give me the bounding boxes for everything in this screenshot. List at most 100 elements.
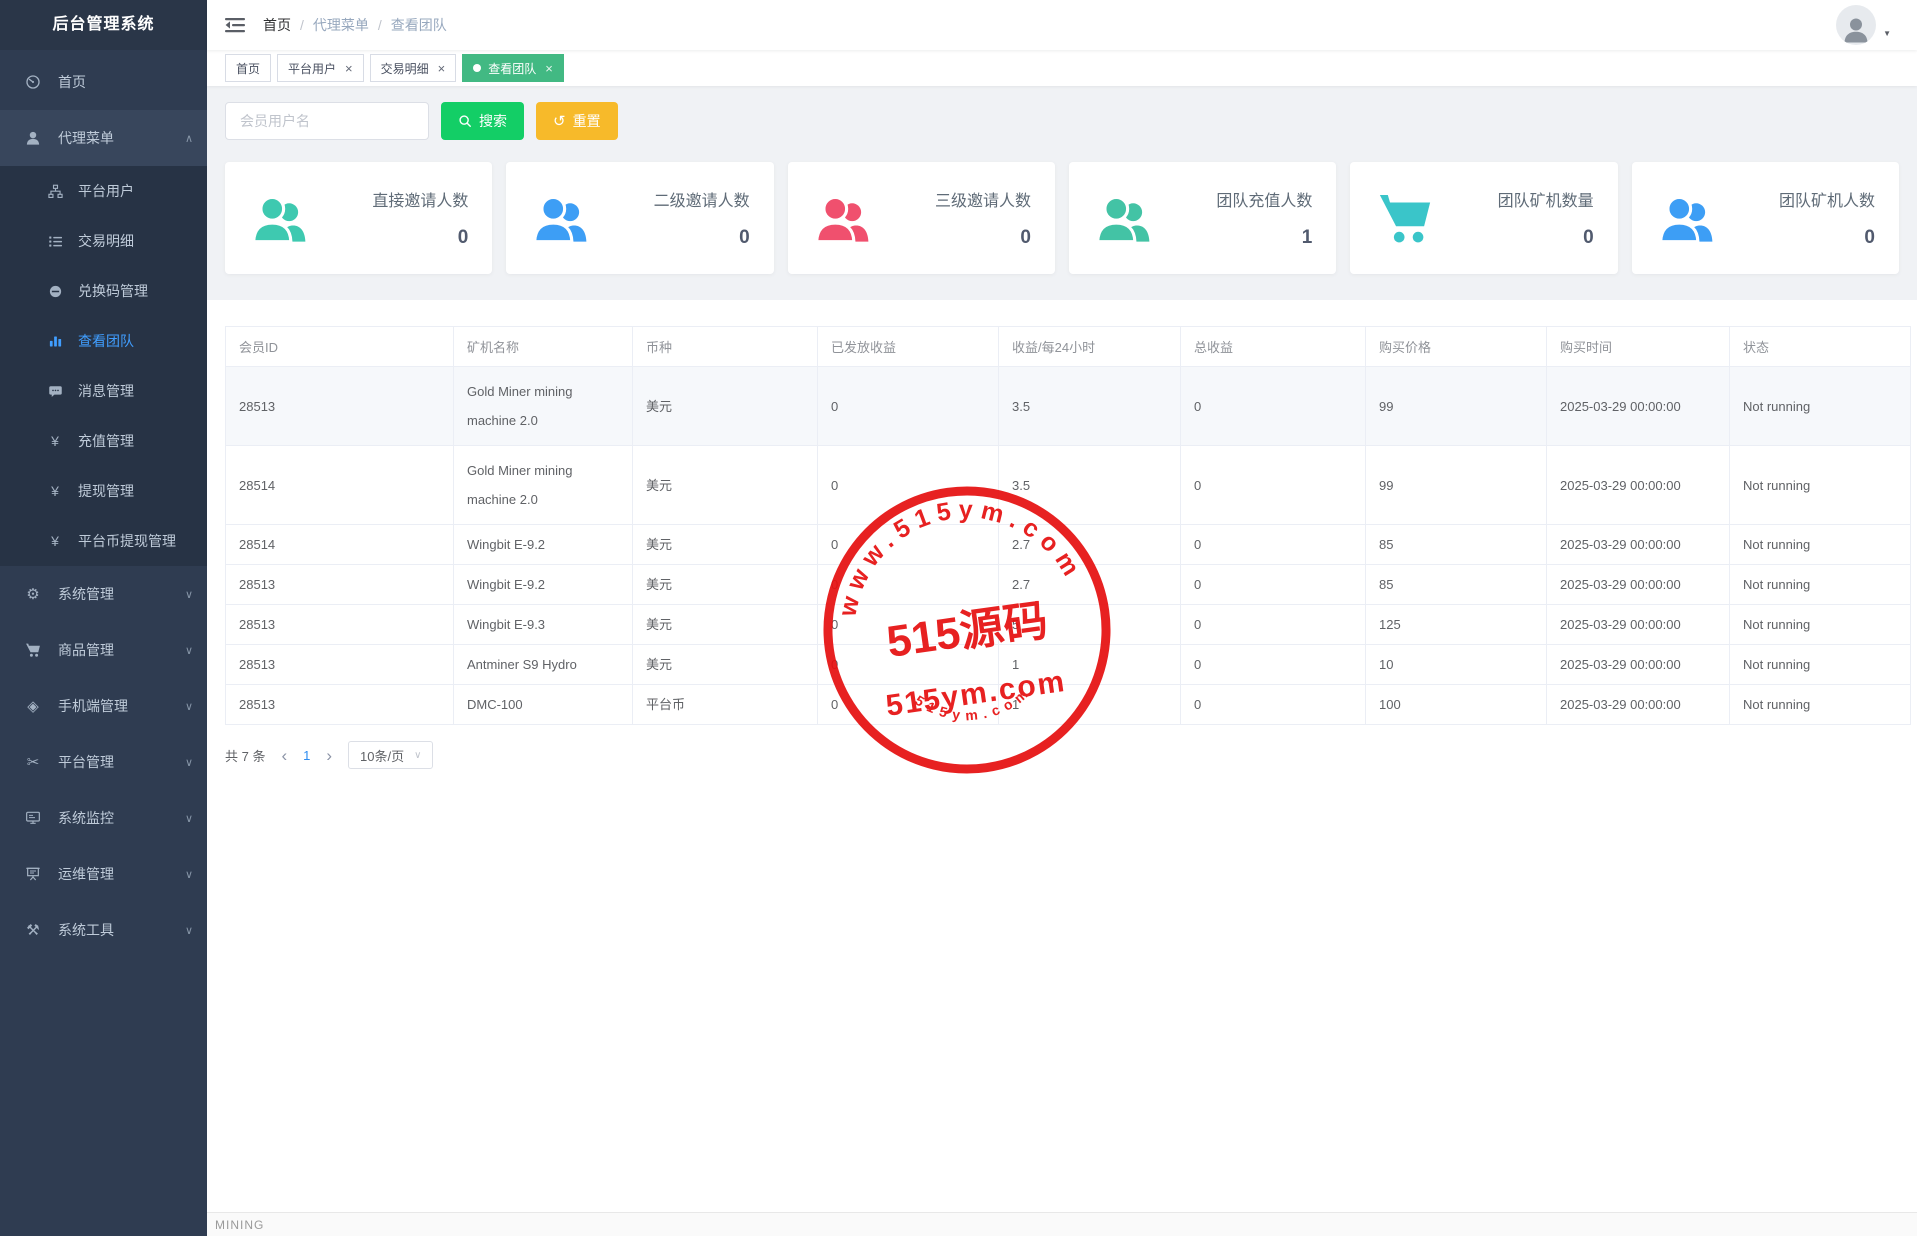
sidebar-item-label: 系统监控 [58, 808, 114, 828]
stat-value: 0 [372, 227, 468, 249]
table-row: 28513 Gold Miner mining machine 2.0 美元 0… [226, 367, 1911, 446]
table-cell: 2025-03-29 00:00:00 [1547, 645, 1730, 685]
reset-button[interactable]: ↺ 重置 [536, 102, 618, 140]
close-icon[interactable]: × [438, 62, 446, 75]
page-size-label: 10条/页 [360, 746, 404, 765]
table-cell: 28514 [226, 525, 454, 565]
page-size-select[interactable]: 10条/页 ∨ [348, 741, 433, 769]
sidebar-item-platform-management[interactable]: ✂ 平台管理 ∨ [0, 734, 207, 790]
chevron-down-icon: ∨ [185, 812, 193, 825]
sidebar-item-withdraw-management[interactable]: ¥ 提现管理 [0, 466, 207, 516]
stat-value: 0 [1779, 227, 1875, 249]
table-cell: 1 [999, 645, 1181, 685]
sidebar-item-platform-users[interactable]: 平台用户 [0, 166, 207, 216]
table-cell: 美元 [633, 367, 818, 446]
table-cell: 0 [1181, 446, 1366, 525]
stat-value: 1 [1216, 227, 1312, 249]
table-cell: 2025-03-29 00:00:00 [1547, 605, 1730, 645]
cube-icon: ◈ [22, 697, 44, 715]
next-page-icon[interactable]: › [326, 747, 332, 764]
header-cell: 会员ID [226, 327, 454, 367]
pagination-total: 共 7 条 [225, 746, 265, 765]
table-cell: 28513 [226, 605, 454, 645]
header-cell: 状态 [1730, 327, 1911, 367]
table-cell: 28513 [226, 565, 454, 605]
close-icon[interactable]: × [545, 62, 553, 75]
chevron-down-icon: ∨ [185, 700, 193, 713]
table-cell: 美元 [633, 605, 818, 645]
table-cell: 美元 [633, 645, 818, 685]
sidebar-toggle-icon[interactable] [225, 17, 245, 33]
prev-page-icon[interactable]: ‹ [281, 747, 287, 764]
sidebar-item-label: 提现管理 [78, 481, 134, 501]
sidebar-item-label: 交易明细 [78, 231, 134, 251]
avatar[interactable] [1836, 5, 1876, 45]
users-icon [532, 190, 590, 246]
table-cell: 125 [1366, 605, 1547, 645]
stat-label: 团队充值人数 [1216, 187, 1312, 211]
footer-text: MINING [215, 1218, 264, 1232]
table-cell: Wingbit E-9.2 [454, 565, 633, 605]
table-cell: 0 [818, 446, 999, 525]
sidebar-item-view-team[interactable]: 查看团队 [0, 316, 207, 366]
sidebar-item-message-management[interactable]: 消息管理 [0, 366, 207, 416]
tab-home[interactable]: 首页 [225, 54, 271, 82]
stat-card-direct-invites: 直接邀请人数 0 [225, 162, 492, 274]
pagination: 共 7 条 ‹ 1 › 10条/页 ∨ [225, 741, 1899, 769]
table-row: 28514 Gold Miner mining machine 2.0 美元 0… [226, 446, 1911, 525]
reset-button-label: 重置 [573, 111, 601, 131]
table-cell: 85 [1366, 525, 1547, 565]
tab-label: 查看团队 [488, 60, 536, 77]
tab-view-team[interactable]: 查看团队 × [462, 54, 564, 82]
close-icon[interactable]: × [345, 62, 353, 75]
sidebar-item-label: 查看团队 [78, 331, 134, 351]
tab-label: 平台用户 [288, 60, 336, 77]
sidebar-item-label: 平台管理 [58, 752, 114, 772]
sidebar-item-system-management[interactable]: ⚙ 系统管理 ∨ [0, 566, 207, 622]
table-cell: 28513 [226, 367, 454, 446]
sidebar-item-label: 运维管理 [58, 864, 114, 884]
table-row: 28513 Antminer S9 Hydro 美元 0 1 0 10 2025… [226, 645, 1911, 685]
header-cell: 已发放收益 [818, 327, 999, 367]
breadcrumb-item[interactable]: 代理菜单 [313, 15, 369, 35]
sidebar-item-system-monitor[interactable]: 系统监控 ∨ [0, 790, 207, 846]
sidebar-item-transaction-details[interactable]: 交易明细 [0, 216, 207, 266]
users-icon [1095, 190, 1153, 246]
table-cell: 0 [1181, 565, 1366, 605]
table-cell: Not running [1730, 645, 1911, 685]
sidebar-item-home[interactable]: 首页 [0, 54, 207, 110]
sidebar-item-label: 系统管理 [58, 584, 114, 604]
users-icon [251, 190, 309, 246]
breadcrumb-item[interactable]: 首页 [263, 15, 291, 35]
page-number[interactable]: 1 [303, 748, 310, 763]
chevron-up-icon: ∧ [185, 132, 193, 145]
table-cell: 2025-03-29 00:00:00 [1547, 367, 1730, 446]
sidebar-item-recharge-management[interactable]: ¥ 充值管理 [0, 416, 207, 466]
chevron-down-icon: ∨ [185, 868, 193, 881]
table-cell: 0 [818, 685, 999, 725]
member-username-input[interactable] [225, 102, 429, 140]
stat-label: 团队矿机人数 [1779, 187, 1875, 211]
tab-platform-users[interactable]: 平台用户 × [277, 54, 364, 82]
header-cell: 矿机名称 [454, 327, 633, 367]
app-title: 后台管理系统 [0, 0, 207, 50]
sidebar-item-redeem-code-management[interactable]: 兑换码管理 [0, 266, 207, 316]
sidebar-item-goods-management[interactable]: 商品管理 ∨ [0, 622, 207, 678]
sidebar-item-platform-coin-withdraw-management[interactable]: ¥ 平台币提现管理 [0, 516, 207, 566]
cart-icon [1376, 190, 1434, 246]
search-button[interactable]: 搜索 [441, 102, 524, 140]
table-cell: Not running [1730, 367, 1911, 446]
table-cell: 0 [818, 565, 999, 605]
sidebar-item-label: 充值管理 [78, 431, 134, 451]
sidebar-item-label: 手机端管理 [58, 696, 128, 716]
sidebar-item-mobile-management[interactable]: ◈ 手机端管理 ∨ [0, 678, 207, 734]
table-cell: 0 [1181, 525, 1366, 565]
stat-value: 0 [654, 227, 750, 249]
table-cell: 5 [999, 605, 1181, 645]
breadcrumb-item: 查看团队 [391, 15, 447, 35]
sidebar-item-system-tools[interactable]: ⚒ 系统工具 ∨ [0, 902, 207, 958]
sidebar-item-agent-menu[interactable]: 代理菜单 ∧ [0, 110, 207, 166]
tab-transaction-details[interactable]: 交易明细 × [370, 54, 457, 82]
caret-down-icon[interactable]: ▼ [1883, 29, 1891, 38]
sidebar-item-ops-management[interactable]: 运维管理 ∨ [0, 846, 207, 902]
